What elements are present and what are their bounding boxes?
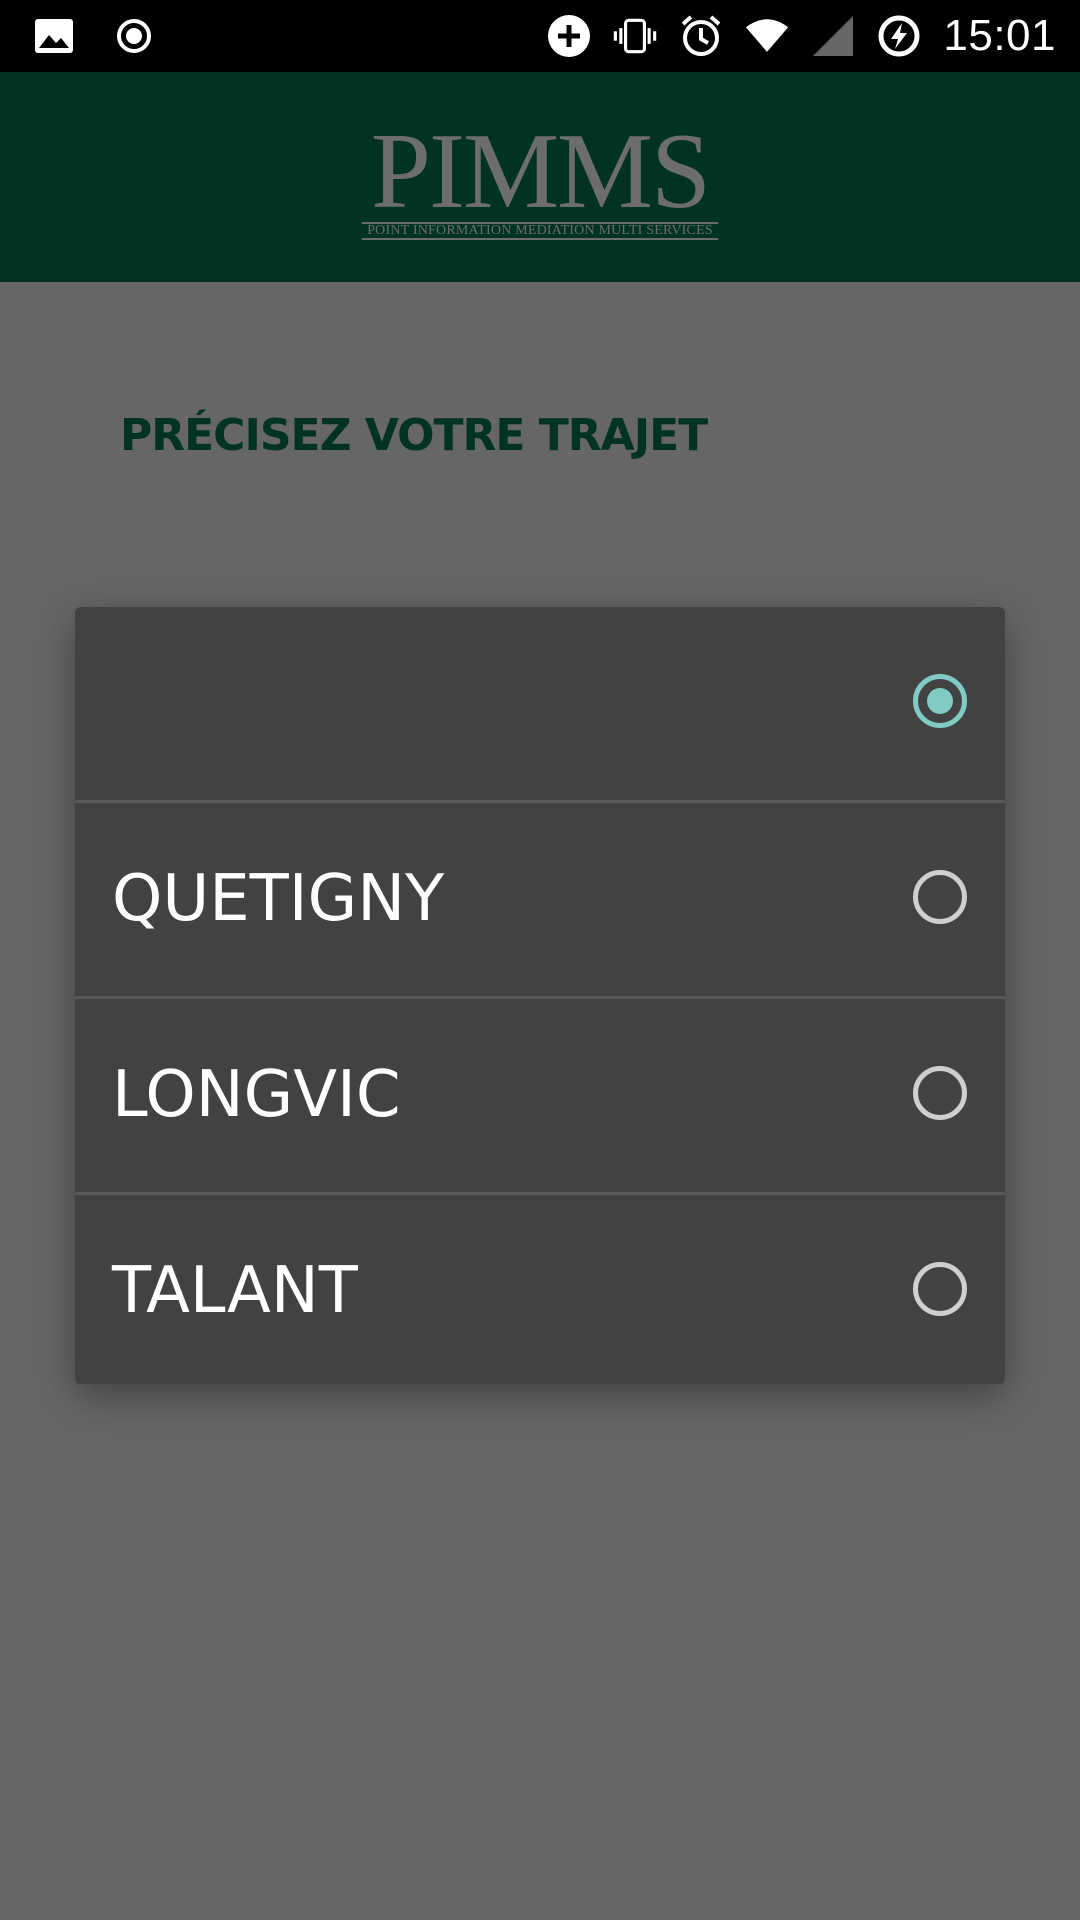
option-empty[interactable] [75,607,1005,803]
alarm-icon [679,14,723,58]
option-label: QUETIGNY [112,862,445,936]
option-label: TALANT [112,1254,358,1328]
vibrate-icon [613,14,657,58]
wifi-icon [745,14,789,58]
status-time: 15:01 [943,11,1056,60]
radio-unchecked-icon[interactable] [913,1262,967,1316]
logo-text: PIMMS [370,112,711,231]
radio-unchecked-icon[interactable] [913,870,967,924]
status-bar-right: 15:01 [547,0,1056,72]
option-talant[interactable]: TALANT [75,1195,1005,1384]
status-bar: 15:01 [0,0,1080,72]
app-header: PIMMS POINT INFORMATION MEDIATION MULTI … [0,72,1080,282]
option-longvic[interactable]: LONGVIC [75,999,1005,1195]
data-saver-icon [547,14,591,58]
signal-icon [811,14,855,58]
battery-charging-icon [877,14,921,58]
option-quetigny[interactable]: QUETIGNY [75,803,1005,999]
option-label: LONGVIC [112,1058,401,1132]
logo-subtitle: POINT INFORMATION MEDIATION MULTI SERVIC… [362,222,718,240]
image-icon [32,14,76,58]
page-title: PRÉCISEZ VOTRE TRAJET [120,410,708,461]
radio-unchecked-icon[interactable] [913,1066,967,1120]
status-bar-left [32,0,156,72]
record-icon [112,14,156,58]
choice-dialog: QUETIGNY LONGVIC TALANT [75,607,1005,1384]
radio-checked-icon[interactable] [913,674,967,728]
pimms-logo: PIMMS POINT INFORMATION MEDIATION MULTI … [360,112,720,242]
